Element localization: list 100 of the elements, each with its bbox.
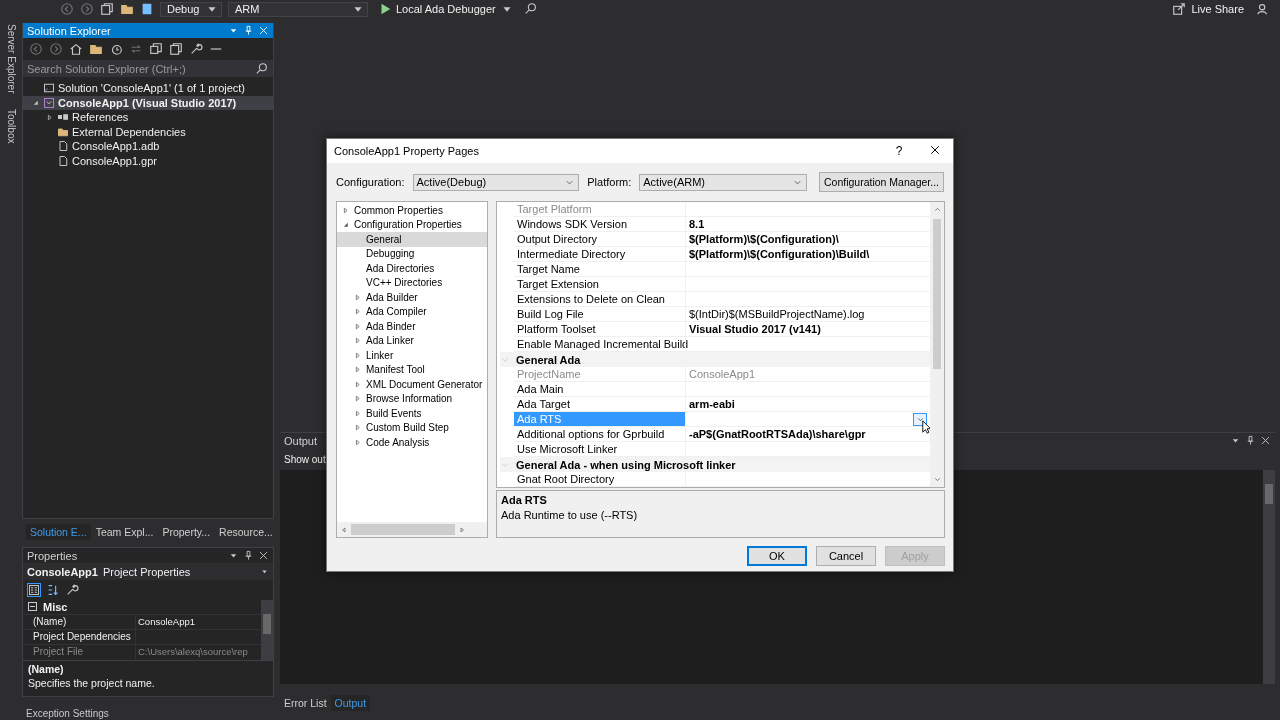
close-icon[interactable]	[1260, 435, 1271, 446]
wrench-icon[interactable]	[189, 42, 203, 56]
expand-icon[interactable]	[353, 408, 362, 418]
scrollbar[interactable]	[337, 522, 487, 537]
panel-title[interactable]: Exception Settings	[22, 708, 274, 720]
pin-icon[interactable]	[243, 25, 254, 36]
tree-item[interactable]: References	[23, 110, 273, 125]
expand-icon[interactable]	[353, 350, 362, 360]
toolbar-dropdown[interactable]: ARM	[228, 1, 368, 17]
wrench-icon[interactable]	[65, 583, 79, 597]
property-name[interactable]: Ada Target	[514, 397, 685, 411]
scrollbar[interactable]	[1263, 470, 1275, 684]
property-name[interactable]: Platform Toolset	[514, 322, 685, 336]
panel-tab[interactable]: Solution E...	[26, 524, 91, 540]
sync-icon[interactable]	[129, 42, 143, 56]
side-tab[interactable]: Server Explorer	[5, 22, 17, 96]
toolbar-dropdown[interactable]: Debug	[160, 1, 222, 17]
clock-icon[interactable]	[109, 42, 123, 56]
tree-item[interactable]: ConsoleApp1 (Visual Studio 2017)	[23, 95, 273, 110]
back-icon[interactable]	[60, 2, 74, 16]
category-header[interactable]: General Ada - when using Microsoft linker	[500, 457, 930, 472]
property-name[interactable]: Windows SDK Version	[514, 217, 685, 231]
object-dropdown[interactable]: ConsoleApp1 Project Properties	[23, 563, 273, 580]
collapse-icon[interactable]	[31, 98, 40, 108]
panel-tab[interactable]: Team Expl...	[91, 524, 158, 540]
category-header[interactable]: Misc	[23, 600, 261, 614]
dropdown[interactable]: Active(Debug)	[412, 173, 580, 191]
panel-tab[interactable]: Property...	[158, 524, 215, 540]
scrollbar[interactable]	[930, 202, 944, 487]
scrollbar[interactable]	[261, 600, 273, 660]
property-name[interactable]: Use Microsoft Linker	[514, 442, 685, 456]
tree-item[interactable]: Ada Compiler	[337, 304, 487, 319]
dialog-button[interactable]: Cancel	[816, 546, 876, 566]
collapse-icon[interactable]	[28, 602, 37, 611]
tree-item[interactable]: Browse Information	[337, 391, 487, 406]
forward-icon[interactable]	[80, 2, 94, 16]
property-name[interactable]: Additional options for Gprbuild	[514, 427, 685, 441]
configuration-manager-button[interactable]: Configuration Manager...	[819, 172, 944, 192]
tree-item[interactable]: ConsoleApp1.adb	[23, 139, 273, 154]
tree-item[interactable]: External Dependencies	[23, 124, 273, 139]
help-button[interactable]: ?	[881, 139, 917, 163]
property-name[interactable]: Target Extension	[514, 277, 685, 291]
tree-item[interactable]: Debugging	[337, 246, 487, 261]
property-name[interactable]: Output Directory	[514, 232, 685, 246]
dropdown[interactable]: Active(ARM)	[639, 173, 807, 191]
search-field[interactable]: Search Solution Explorer (Ctrl+;)	[23, 60, 273, 77]
stack-icon[interactable]	[149, 42, 163, 56]
save-icon[interactable]	[140, 2, 154, 16]
expand-icon[interactable]	[353, 336, 362, 346]
tree-item[interactable]: General	[337, 232, 487, 247]
collapse-icon[interactable]	[341, 220, 350, 230]
run-button[interactable]: Local Ada Debugger	[374, 2, 518, 16]
live-share-button[interactable]: Live Share	[1166, 2, 1250, 16]
panel-tab[interactable]: Output	[330, 695, 371, 711]
pin-icon[interactable]	[243, 550, 254, 561]
folder-icon[interactable]	[89, 42, 103, 56]
side-tab[interactable]: Toolbox	[5, 107, 17, 146]
tree-item[interactable]: Code Analysis	[337, 435, 487, 450]
back-icon[interactable]	[29, 42, 43, 56]
pin-icon[interactable]	[1245, 435, 1256, 446]
expand-icon[interactable]	[353, 437, 362, 447]
dialog-button[interactable]: OK	[747, 546, 807, 566]
property-name[interactable]: Build Log File	[514, 307, 685, 321]
search-icon[interactable]	[523, 2, 538, 16]
property-name[interactable]: Gnat Root Directory	[514, 472, 685, 486]
property-name[interactable]: Extensions to Delete on Clean	[514, 292, 685, 306]
tree-item[interactable]: Ada Binder	[337, 319, 487, 334]
property-name[interactable]: Target Name	[514, 262, 685, 276]
expand-icon[interactable]	[45, 112, 54, 122]
expand-icon[interactable]	[353, 423, 362, 433]
tree-item[interactable]: Custom Build Step	[337, 420, 487, 435]
expand-icon[interactable]	[353, 379, 362, 389]
tree-item[interactable]: Common Properties	[337, 203, 487, 218]
expand-icon[interactable]	[353, 365, 362, 375]
tree-item[interactable]: Ada Linker	[337, 333, 487, 348]
panel-tab[interactable]: Error List	[280, 695, 331, 711]
expand-icon[interactable]	[353, 292, 362, 302]
copy-icon[interactable]	[169, 42, 183, 56]
tree-item[interactable]: Ada Builder	[337, 290, 487, 305]
categorized-icon[interactable]	[27, 583, 41, 597]
tree-item[interactable]: VC++ Directories	[337, 275, 487, 290]
tree-item[interactable]: Ada Directories	[337, 261, 487, 276]
property-name[interactable]: Intermediate Directory	[514, 247, 685, 261]
tree-item[interactable]: Build Events	[337, 406, 487, 421]
tree-item[interactable]: XML Document Generator	[337, 377, 487, 392]
expand-icon[interactable]	[353, 321, 362, 331]
person-icon[interactable]	[1256, 2, 1270, 16]
tree-item[interactable]: Linker	[337, 348, 487, 363]
tree-item[interactable]: Solution 'ConsoleApp1' (1 of 1 project)	[23, 81, 273, 96]
expand-icon[interactable]	[341, 205, 350, 215]
close-icon[interactable]	[258, 550, 269, 561]
category-header[interactable]: General Ada	[500, 352, 930, 367]
copy-icon[interactable]	[100, 2, 114, 16]
property-name[interactable]: Ada Main	[514, 382, 685, 396]
sort-icon[interactable]	[46, 583, 60, 597]
home-icon[interactable]	[69, 42, 83, 56]
folder-icon[interactable]	[120, 2, 134, 16]
tree-item[interactable]: Manifest Tool	[337, 362, 487, 377]
tree-item[interactable]: Configuration Properties	[337, 217, 487, 232]
tree-item[interactable]: ConsoleApp1.gpr	[23, 153, 273, 168]
